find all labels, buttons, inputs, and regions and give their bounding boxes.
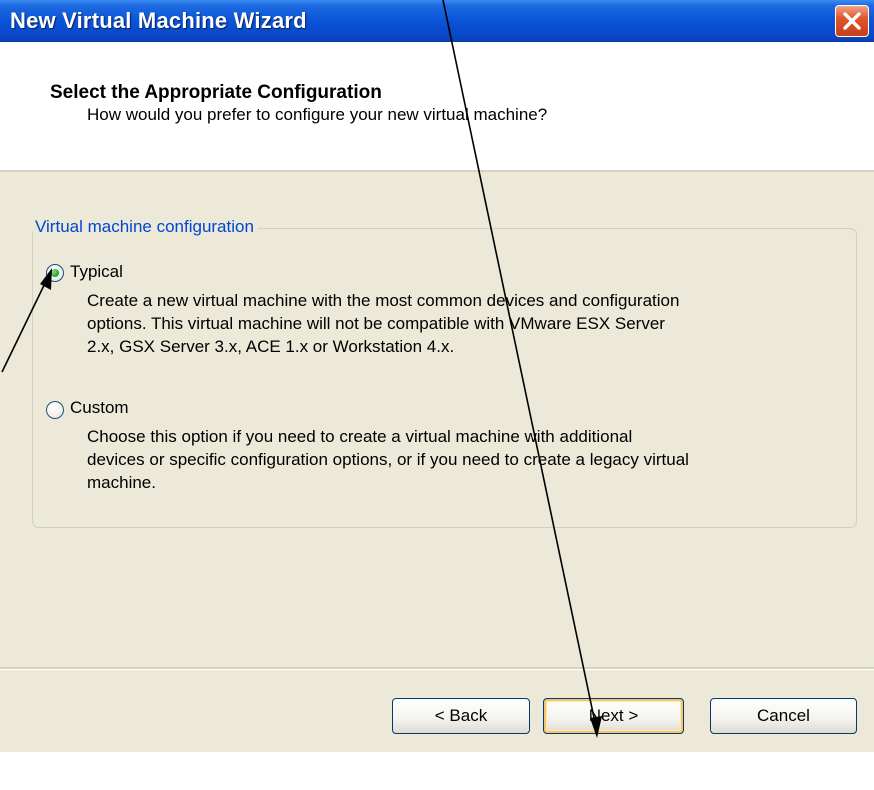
annotation-overlay (1, 0, 602, 738)
annotation-arrow-to-typical (1, 268, 52, 373)
annotation-arrow-to-next (442, 0, 602, 738)
